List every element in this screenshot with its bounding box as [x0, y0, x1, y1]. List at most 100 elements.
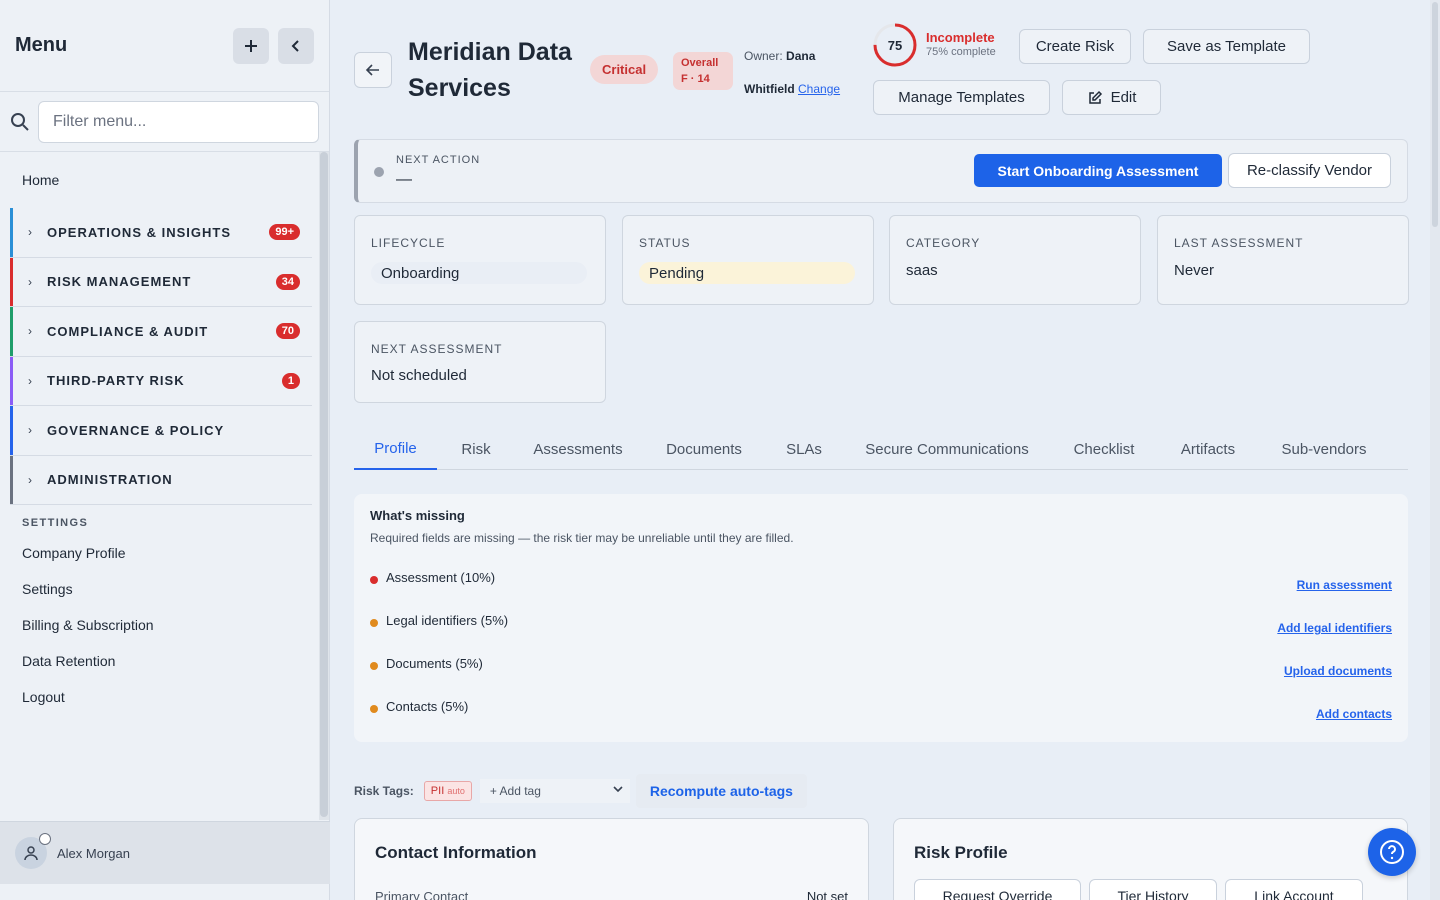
- plus-icon: [245, 39, 257, 52]
- change-owner-link[interactable]: Change: [798, 82, 840, 96]
- sidebar-item-data-retention[interactable]: Data Retention: [0, 643, 318, 679]
- owner-last-name: Whitfield: [744, 82, 795, 96]
- sidebar: Menu Home › OPERATIONS & INSIGHTS 99+ › …: [0, 0, 330, 900]
- completeness-score: 75 Incomplete 75% complete: [872, 22, 996, 68]
- add-button[interactable]: [233, 27, 269, 64]
- tab-checklist[interactable]: Checklist: [1062, 428, 1146, 470]
- main-content: Meridian Data Services Critical Overall …: [330, 0, 1440, 900]
- create-risk-button[interactable]: Create Risk: [1019, 29, 1131, 64]
- sidebar-group-compliance[interactable]: › COMPLIANCE & AUDIT 70: [10, 307, 312, 357]
- add-legal-identifiers-link[interactable]: Add legal identifiers: [1277, 621, 1392, 635]
- missing-item: Assessment (10%) Run assessment: [370, 570, 1392, 592]
- upload-documents-link[interactable]: Upload documents: [1284, 664, 1392, 678]
- help-button[interactable]: [1368, 828, 1416, 876]
- tab-documents[interactable]: Documents: [656, 428, 752, 470]
- chevron-down-icon: [613, 786, 623, 793]
- owner-info: Owner: Dana Whitfield Change: [744, 46, 854, 99]
- sidebar-group-risk-management[interactable]: › RISK MANAGEMENT 34: [10, 257, 312, 307]
- group-accent: [10, 356, 13, 405]
- next-action-banner: NEXT ACTION — Start Onboarding Assessmen…: [354, 139, 1408, 203]
- missing-item-label: Documents (5%): [386, 656, 483, 671]
- search-icon: [11, 112, 29, 131]
- tag-text: PII: [430, 785, 445, 797]
- last-assessment-value: Never: [1174, 262, 1215, 279]
- score-subtitle: 75% complete: [926, 46, 996, 58]
- status-dot: [374, 167, 384, 177]
- tab-profile[interactable]: Profile: [354, 428, 437, 470]
- tab-slas[interactable]: SLAs: [778, 428, 830, 470]
- tab-sub-vendors[interactable]: Sub-vendors: [1270, 428, 1378, 470]
- lifecycle-card: LIFECYCLE Onboarding: [354, 215, 606, 305]
- sidebar-header: Menu: [0, 0, 329, 92]
- contact-information-panel: Contact Information Primary Contact Not …: [354, 818, 869, 900]
- last-assessment-card: LAST ASSESSMENT Never: [1157, 215, 1409, 305]
- group-accent: [10, 455, 13, 504]
- group-label: RISK MANAGEMENT: [47, 274, 192, 290]
- group-accent: [10, 307, 13, 356]
- tab-risk[interactable]: Risk: [451, 428, 501, 470]
- category-value: saas: [906, 262, 938, 279]
- sidebar-item-settings[interactable]: Settings: [0, 571, 318, 607]
- group-accent: [10, 208, 13, 257]
- sidebar-search: [0, 92, 329, 152]
- severity-dot: [370, 576, 378, 584]
- score-ring: 75: [873, 23, 917, 67]
- run-assessment-link[interactable]: Run assessment: [1297, 578, 1392, 592]
- group-label: THIRD-PARTY RISK: [47, 373, 185, 389]
- collapse-sidebar-button[interactable]: [278, 27, 314, 64]
- user-footer[interactable]: Alex Morgan: [0, 821, 330, 884]
- group-label: GOVERNANCE & POLICY: [47, 422, 225, 438]
- sidebar-title: Menu: [15, 34, 68, 56]
- tab-assessments[interactable]: Assessments: [524, 428, 632, 470]
- scrollbar-thumb[interactable]: [320, 152, 328, 817]
- sidebar-group-operations[interactable]: › OPERATIONS & INSIGHTS 99+: [10, 208, 312, 258]
- lifecycle-value: Onboarding: [371, 262, 587, 284]
- score-text: Incomplete 75% complete: [926, 31, 996, 59]
- filter-menu-input[interactable]: [38, 100, 319, 143]
- sidebar-item-logout[interactable]: Logout: [0, 679, 318, 715]
- save-as-template-button[interactable]: Save as Template: [1143, 29, 1310, 64]
- sidebar-menu: Home › OPERATIONS & INSIGHTS 99+ › RISK …: [0, 152, 318, 820]
- sidebar-group-administration[interactable]: › ADMINISTRATION: [10, 455, 312, 505]
- page-scrollbar[interactable]: [1430, 0, 1440, 900]
- tag-suffix: auto: [447, 786, 465, 796]
- risk-tags-row: Risk Tags: PII auto + Add tag Recompute …: [354, 774, 807, 808]
- add-contacts-link[interactable]: Add contacts: [1316, 707, 1392, 721]
- owner-label: Owner:: [744, 49, 783, 63]
- back-button[interactable]: [354, 52, 392, 88]
- edit-label: Edit: [1110, 89, 1137, 106]
- owner-first-name: Dana: [786, 49, 816, 63]
- avatar[interactable]: [15, 833, 51, 869]
- missing-item-label: Legal identifiers (5%): [386, 613, 509, 628]
- missing-item-label: Contacts (5%): [386, 699, 469, 714]
- edit-button[interactable]: Edit: [1062, 80, 1161, 115]
- start-onboarding-assessment-button[interactable]: Start Onboarding Assessment: [974, 154, 1222, 187]
- sidebar-group-third-party-risk[interactable]: › THIRD-PARTY RISK 1: [10, 356, 312, 406]
- tab-artifacts[interactable]: Artifacts: [1170, 428, 1246, 470]
- user-name: Alex Morgan: [57, 845, 130, 861]
- tier-history-button[interactable]: Tier History: [1089, 879, 1217, 900]
- group-label: COMPLIANCE & AUDIT: [47, 323, 209, 339]
- panel-title: Risk Profile: [914, 843, 1008, 862]
- count-badge: 70: [275, 323, 300, 340]
- request-override-button[interactable]: Request Override: [914, 879, 1081, 900]
- sidebar-group-governance[interactable]: › GOVERNANCE & POLICY: [10, 406, 312, 456]
- link-account-button[interactable]: Link Account: [1225, 879, 1363, 900]
- pii-tag[interactable]: PII auto: [423, 781, 472, 801]
- count-badge: 34: [275, 273, 300, 290]
- group-label: OPERATIONS & INSIGHTS: [47, 224, 231, 240]
- sidebar-item-company-profile[interactable]: Company Profile: [0, 535, 318, 571]
- tab-secure-communications[interactable]: Secure Communications: [856, 428, 1038, 470]
- card-label: LIFECYCLE: [371, 236, 446, 250]
- scrollbar-thumb[interactable]: [1432, 2, 1438, 227]
- manage-templates-button[interactable]: Manage Templates: [873, 80, 1050, 115]
- sidebar-item-home[interactable]: Home: [0, 152, 318, 208]
- group-label: ADMINISTRATION: [47, 472, 173, 488]
- sidebar-item-billing[interactable]: Billing & Subscription: [0, 607, 318, 643]
- add-tag-select[interactable]: + Add tag: [479, 779, 630, 803]
- recompute-auto-tags-button[interactable]: Recompute auto-tags: [635, 774, 807, 808]
- sidebar-scrollbar[interactable]: [319, 152, 329, 820]
- next-action-value: —: [396, 171, 412, 188]
- user-icon: [24, 846, 38, 861]
- reclassify-vendor-button[interactable]: Re-classify Vendor: [1228, 153, 1391, 188]
